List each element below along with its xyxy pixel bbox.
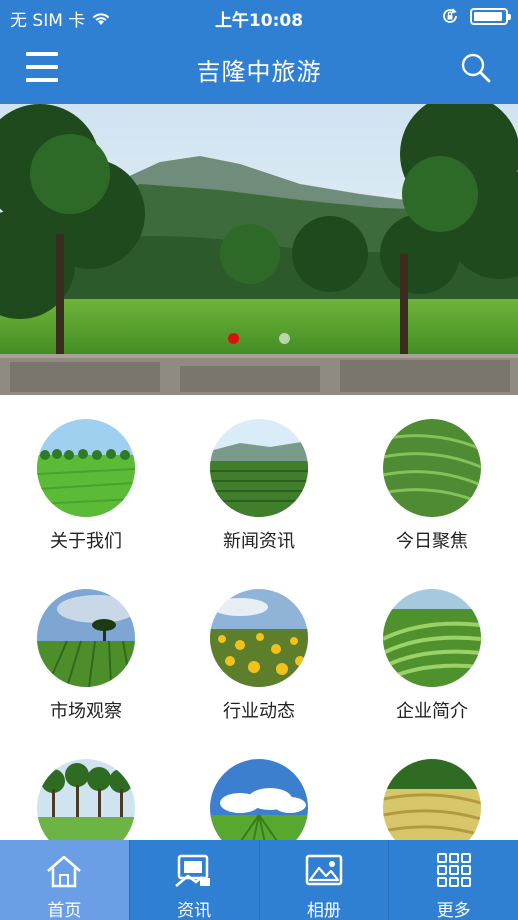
grid-item-about-us[interactable]: 关于我们 (0, 419, 172, 553)
tab-album[interactable]: 相册 (258, 840, 389, 920)
category-grid: 关于我们 新闻资讯 今日聚焦 市场观察 行业动态 企业简介 (0, 395, 518, 857)
tab-news[interactable]: 资讯 (128, 840, 259, 920)
battery-fill (474, 11, 503, 21)
curved-tea-rows-image (383, 589, 481, 687)
terraced-tea-image (383, 419, 481, 517)
news-icon (175, 854, 211, 887)
search-icon[interactable] (460, 52, 492, 84)
tab-more[interactable]: 更多 (388, 840, 518, 920)
carousel-dots (0, 333, 518, 344)
grid-item-label: 市场观察 (50, 701, 122, 722)
photo-album-icon (305, 854, 343, 886)
top-bar: 无 SIM 卡 上午10:08 吉隆中旅游 (0, 0, 518, 104)
page-title: 吉隆中旅游 (196, 58, 322, 86)
tab-home[interactable]: 首页 (0, 840, 129, 920)
tab-label: 更多 (436, 901, 471, 920)
banner-image (0, 104, 518, 395)
grid-item-industry-news[interactable]: 行业动态 (173, 589, 345, 723)
hill-plantation-image (210, 419, 308, 517)
grid-item-label: 关于我们 (50, 531, 122, 552)
carousel-dot-active[interactable] (228, 333, 239, 344)
battery-icon (470, 7, 511, 25)
rotation-lock-icon (443, 8, 457, 23)
home-icon (47, 855, 82, 888)
tab-label: 首页 (47, 901, 82, 920)
banner-carousel[interactable] (0, 104, 518, 395)
status-bar: 无 SIM 卡 上午10:08 (0, 0, 518, 34)
grid-item-company-profile[interactable]: 企业简介 (346, 589, 518, 723)
tab-label: 资讯 (177, 901, 212, 920)
grid-item-label: 新闻资讯 (223, 531, 295, 552)
sunflower-field-image (210, 589, 308, 687)
grid-item-label: 行业动态 (223, 701, 295, 722)
grid-item-news[interactable]: 新闻资讯 (173, 419, 345, 553)
bottom-tab-bar: 首页 资讯 相册 更多 (0, 840, 518, 920)
tab-label: 相册 (306, 901, 341, 920)
grid-item-market-watch[interactable]: 市场观察 (0, 589, 172, 723)
grid-item-focus-today[interactable]: 今日聚焦 (346, 419, 518, 553)
status-right (440, 6, 511, 26)
grid-item-label: 企业简介 (396, 701, 468, 722)
grid-item-label: 今日聚焦 (396, 531, 468, 552)
carousel-dot[interactable] (279, 333, 290, 344)
grid-more-icon (436, 853, 471, 887)
lone-tree-image (37, 589, 135, 687)
tea-field-image (37, 419, 135, 517)
